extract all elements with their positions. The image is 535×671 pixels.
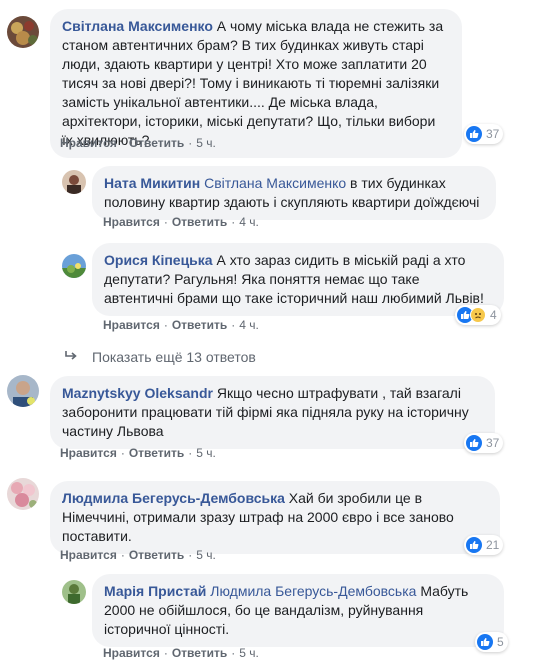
- like-reaction-icon: [466, 435, 482, 451]
- comment-actions: Нравится · Ответить · 5 ч.: [60, 136, 216, 150]
- reply-button[interactable]: Ответить: [172, 646, 227, 660]
- avatar[interactable]: [62, 580, 86, 604]
- mention-link[interactable]: Світлана Максименко: [204, 175, 346, 191]
- reply-arrow-icon: [64, 349, 78, 365]
- comment-bubble: Людмила Бегерусь-Дембовська Хай би зроби…: [50, 481, 500, 554]
- avatar[interactable]: [7, 478, 39, 510]
- like-button[interactable]: Нравится: [103, 215, 160, 229]
- reply-button[interactable]: Ответить: [129, 446, 184, 460]
- reply-button[interactable]: Ответить: [172, 318, 227, 332]
- timestamp[interactable]: 5 ч.: [196, 136, 216, 150]
- comment-actions: Нравится · Ответить · 5 ч.: [60, 446, 216, 460]
- like-reaction-icon: [477, 634, 493, 650]
- avatar[interactable]: [7, 16, 39, 48]
- like-button[interactable]: Нравится: [60, 136, 117, 150]
- comment-bubble: Maznytskyy Oleksandr Якщо чесно штрафува…: [50, 376, 495, 449]
- reaction-count[interactable]: 21: [464, 535, 504, 555]
- comment-actions: Нравится · Ответить · 5 ч.: [60, 548, 216, 562]
- comment-author[interactable]: Людмила Бегерусь-Дембовська: [62, 490, 285, 506]
- reaction-count[interactable]: 37: [464, 433, 504, 453]
- reaction-count-text: 4: [490, 308, 497, 322]
- reaction-count-text: 21: [486, 538, 500, 552]
- reaction-count[interactable]: 37: [464, 124, 504, 144]
- comment-author[interactable]: Марія Пристай: [104, 583, 206, 599]
- comment-actions: Нравится · Ответить · 4 ч.: [103, 215, 259, 229]
- like-button[interactable]: Нравится: [60, 446, 117, 460]
- like-button[interactable]: Нравится: [103, 646, 160, 660]
- mention-link[interactable]: Людмила Бегерусь-Дембовська: [210, 583, 416, 599]
- avatar[interactable]: [62, 254, 86, 278]
- reply-button[interactable]: Ответить: [129, 548, 184, 562]
- show-more-replies-link[interactable]: Показать ещё 13 ответов: [64, 349, 256, 365]
- comment-author[interactable]: Maznytskyy Oleksandr: [62, 385, 213, 401]
- like-reaction-icon: [466, 537, 482, 553]
- timestamp[interactable]: 5 ч.: [196, 446, 216, 460]
- comment-actions: Нравится · Ответить · 5 ч.: [103, 646, 259, 660]
- reaction-count[interactable]: 4: [455, 305, 501, 325]
- reaction-count-text: 37: [486, 127, 500, 141]
- reaction-count-text: 37: [486, 436, 500, 450]
- like-reaction-icon: [466, 126, 482, 142]
- reaction-count[interactable]: 5: [475, 632, 508, 652]
- timestamp[interactable]: 4 ч.: [239, 318, 259, 332]
- reply-button[interactable]: Ответить: [129, 136, 184, 150]
- comment-author[interactable]: Ната Микитин: [104, 175, 200, 191]
- comment-actions: Нравится · Ответить · 4 ч.: [103, 318, 259, 332]
- sad-reaction-icon: [470, 307, 486, 323]
- comment-author[interactable]: Світлана Максименко: [62, 18, 213, 34]
- show-more-replies-label[interactable]: Показать ещё 13 ответов: [92, 349, 256, 365]
- like-button[interactable]: Нравится: [60, 548, 117, 562]
- comment-bubble: Орися Кіпецька А хто зараз сидить в місь…: [92, 243, 504, 316]
- comment-bubble: Ната Микитин Світлана Максименко в тих б…: [92, 166, 496, 220]
- timestamp[interactable]: 5 ч.: [196, 548, 216, 562]
- timestamp[interactable]: 4 ч.: [239, 215, 259, 229]
- timestamp[interactable]: 5 ч.: [239, 646, 259, 660]
- reaction-count-text: 5: [497, 635, 504, 649]
- avatar[interactable]: [62, 170, 86, 194]
- comment-author[interactable]: Орися Кіпецька: [104, 252, 213, 268]
- like-button[interactable]: Нравится: [103, 318, 160, 332]
- comment-text: А чому міська влада не стежить за станом…: [62, 18, 444, 148]
- avatar[interactable]: [7, 375, 39, 407]
- reply-button[interactable]: Ответить: [172, 215, 227, 229]
- comment-bubble: Марія Пристай Людмила Бегерусь-Дембовськ…: [92, 574, 504, 647]
